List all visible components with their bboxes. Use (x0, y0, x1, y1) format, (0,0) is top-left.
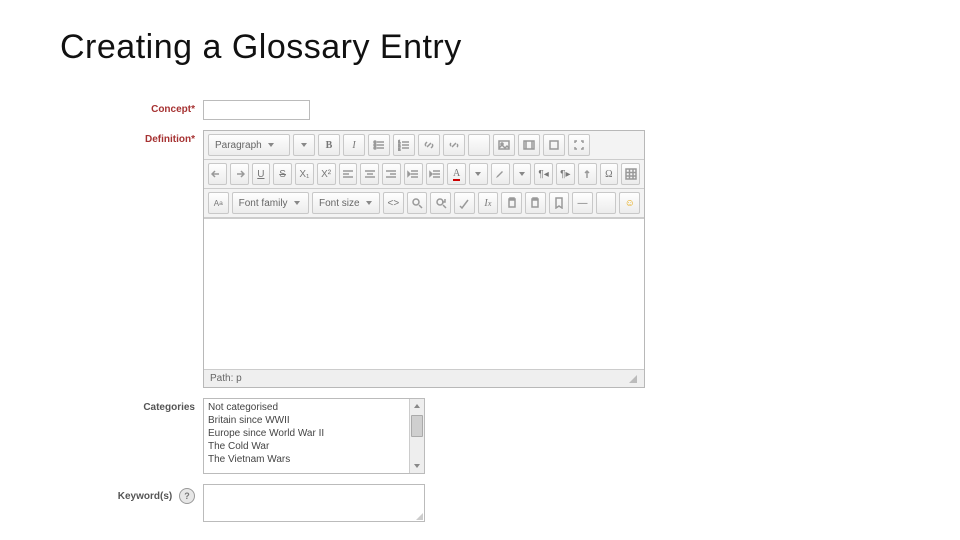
number-list-button[interactable]: 123 (393, 134, 415, 156)
scroll-thumb[interactable] (411, 415, 423, 437)
spellcheck-button[interactable] (454, 192, 475, 214)
help-icon[interactable]: ? (179, 488, 195, 504)
keywords-input[interactable] (203, 484, 425, 522)
definition-editor: Paragraph B I 123 U S X₁ (203, 130, 645, 388)
fontfamily-dropdown[interactable]: Font family (232, 192, 309, 214)
smiley-button[interactable]: ☺ (619, 192, 640, 214)
bullet-list-button[interactable] (368, 134, 390, 156)
html-button[interactable]: <> (383, 192, 404, 214)
superscript-button[interactable]: X² (317, 163, 336, 185)
fontsize-dropdown[interactable]: Font size (312, 192, 380, 214)
resize-handle-icon[interactable] (628, 374, 638, 384)
align-left-button[interactable] (339, 163, 358, 185)
media-button[interactable] (518, 134, 540, 156)
indent-button[interactable] (426, 163, 445, 185)
list-item[interactable]: Europe since World War II (208, 427, 405, 440)
scroll-down-button[interactable] (410, 459, 424, 473)
nonbreaking-button[interactable] (578, 163, 597, 185)
label-keywords: Keyword(s) ? (115, 484, 203, 522)
label-concept: Concept* (115, 100, 203, 120)
categories-listbox[interactable]: Not categorised Britain since WWII Europ… (203, 398, 425, 474)
fontcolor-button[interactable]: A (447, 163, 466, 185)
concept-input[interactable] (203, 100, 310, 120)
list-item[interactable]: Not categorised (208, 401, 405, 414)
css-button[interactable]: Aa (208, 192, 229, 214)
slide-title: Creating a Glossary Entry (60, 28, 462, 67)
find-button[interactable] (407, 192, 428, 214)
svg-text:3: 3 (398, 147, 401, 151)
blank-button[interactable] (596, 192, 617, 214)
italic-button[interactable]: I (343, 134, 365, 156)
pastetext-button[interactable] (525, 192, 546, 214)
highlight-button[interactable] (491, 163, 510, 185)
link-button[interactable] (418, 134, 440, 156)
bold-button[interactable]: B (318, 134, 340, 156)
hr-button[interactable]: — (572, 192, 593, 214)
outdent-button[interactable] (404, 163, 423, 185)
rtl-button[interactable]: ¶▸ (556, 163, 575, 185)
editor-pathbar: Path: p (204, 370, 644, 387)
bookmark-button[interactable] (549, 192, 570, 214)
chevron-down-icon[interactable] (513, 163, 532, 185)
unlink-button[interactable] (443, 134, 465, 156)
align-center-button[interactable] (360, 163, 379, 185)
label-definition: Definition* (115, 130, 203, 388)
fullscreen-button[interactable] (568, 134, 590, 156)
ltr-button[interactable]: ¶◂ (534, 163, 553, 185)
chevron-down-icon[interactable] (293, 134, 315, 156)
blank-button[interactable] (468, 134, 490, 156)
scroll-up-button[interactable] (410, 399, 424, 413)
table-button[interactable] (621, 163, 640, 185)
editor-canvas[interactable] (204, 218, 644, 370)
format-dropdown[interactable]: Paragraph (208, 134, 290, 156)
subscript-button[interactable]: X₁ (295, 163, 314, 185)
equation-button[interactable] (543, 134, 565, 156)
image-button[interactable] (493, 134, 515, 156)
undo-button[interactable] (208, 163, 227, 185)
omega-button[interactable]: Ω (600, 163, 619, 185)
list-item[interactable]: The Cold War (208, 440, 405, 453)
underline-button[interactable]: U (252, 163, 271, 185)
align-right-button[interactable] (382, 163, 401, 185)
chevron-down-icon[interactable] (469, 163, 488, 185)
list-item[interactable]: Britain since WWII (208, 414, 405, 427)
redo-button[interactable] (230, 163, 249, 185)
label-categories: Categories (115, 398, 203, 474)
clearformat-button[interactable]: Ix (478, 192, 499, 214)
categories-items[interactable]: Not categorised Britain since WWII Europ… (204, 399, 409, 473)
pasteword-button[interactable] (501, 192, 522, 214)
replace-button[interactable] (430, 192, 451, 214)
strike-button[interactable]: S (273, 163, 292, 185)
list-item[interactable]: The Vietnam Wars (208, 453, 405, 466)
